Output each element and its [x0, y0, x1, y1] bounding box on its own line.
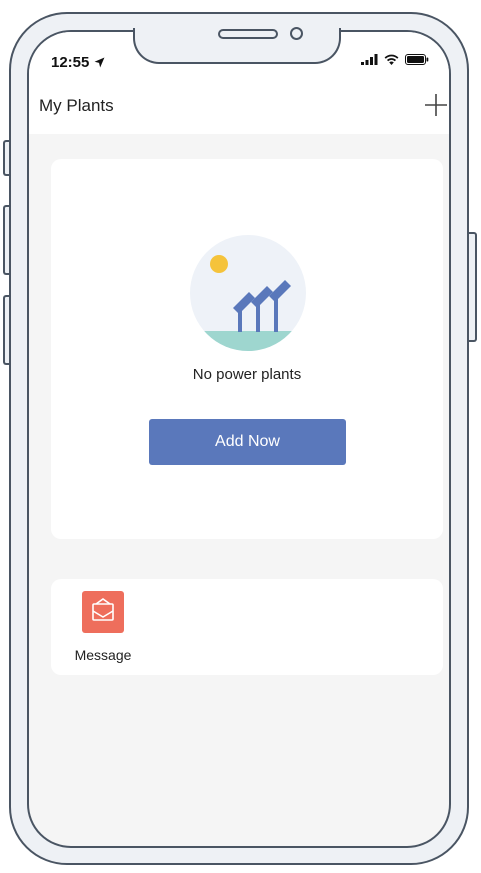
phone-screen: 12:55 My Plants No power plants Add Now … — [27, 30, 451, 848]
wifi-icon — [384, 54, 399, 65]
battery-icon — [405, 54, 429, 65]
message-icon-tile — [82, 591, 124, 633]
screen: 12:55 My Plants No power plants Add Now … — [0, 0, 481, 873]
speaker-grill — [218, 29, 278, 39]
nav-bar: My Plants — [29, 78, 449, 134]
add-plant-button[interactable] — [423, 92, 449, 118]
sun-icon — [210, 255, 228, 273]
power-button — [469, 232, 477, 342]
envelope-icon — [92, 598, 114, 621]
message-shortcut[interactable]: Message — [67, 591, 139, 667]
status-icons — [361, 54, 429, 65]
shortcuts-card: Message — [51, 579, 443, 675]
empty-state-card: No power plants Add Now — [51, 159, 443, 539]
page-title: My Plants — [39, 96, 114, 115]
cellular-signal-icon — [361, 54, 378, 65]
solar-panels-illustration — [190, 235, 306, 351]
empty-state-message: No power plants — [192, 366, 302, 383]
location-arrow-icon — [94, 57, 104, 68]
status-time: 12:55 — [51, 54, 105, 71]
front-camera — [290, 27, 303, 40]
add-now-button[interactable]: Add Now — [149, 419, 346, 465]
message-label: Message — [74, 647, 132, 663]
